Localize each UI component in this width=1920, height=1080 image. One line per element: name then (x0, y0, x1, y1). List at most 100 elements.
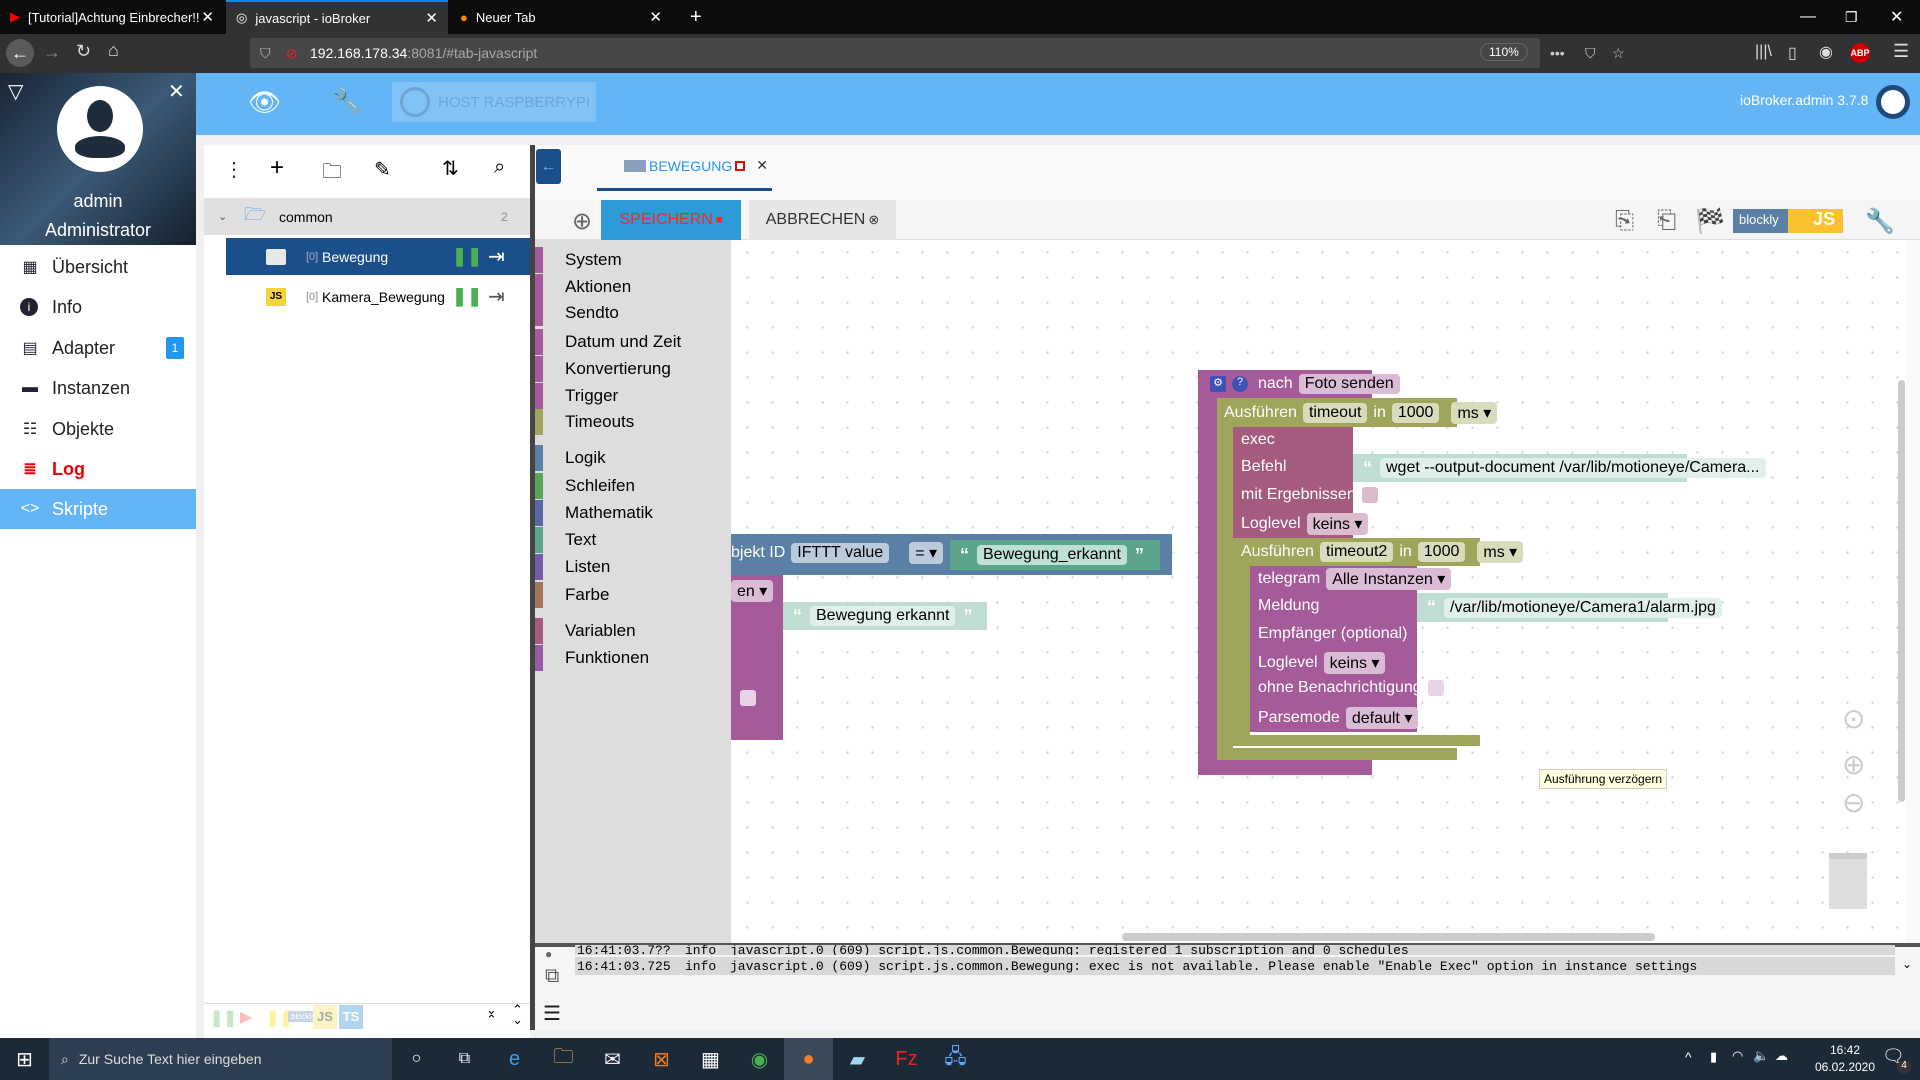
toolbox-category-schleifen[interactable]: Schleifen (535, 473, 731, 499)
add-folder-icon[interactable]: 🗀 (322, 157, 342, 191)
toolbox-category-listen[interactable]: Listen (535, 554, 731, 580)
checkered-flag-icon[interactable]: 🏁 (1695, 207, 1725, 236)
toolbox-category-logik[interactable]: Logik (535, 445, 731, 471)
toolbox-category-funktionen[interactable]: Funktionen (535, 645, 731, 671)
play-filter-icon[interactable]: ▶ (240, 1007, 252, 1027)
script-item-kamera-bewegung[interactable]: JS [0] Kamera_Bewegung ❚❚ ⇥ (226, 278, 530, 315)
toolbox-category-farbe[interactable]: Farbe (535, 582, 731, 608)
timeout-name-field[interactable]: timeout2 (1319, 542, 1394, 562)
save-button[interactable]: SPEICHERN ■ (601, 200, 741, 240)
scroll-lock-icon[interactable]: ● (545, 947, 552, 961)
close-tab-icon[interactable]: ✕ (201, 8, 214, 26)
eye-icon[interactable]: 👁 (248, 87, 281, 118)
pause-filter-icon[interactable]: ❚❚ (210, 1008, 237, 1028)
menu-icon[interactable]: ☰ (1893, 41, 1909, 62)
wifi-icon[interactable]: ◠ (1732, 1048, 1743, 1064)
battery-icon[interactable]: ▮ (1710, 1049, 1717, 1065)
message-string-block[interactable]: “/var/lib/motioneye/Camera1/alarm.jpg” (1417, 593, 1739, 622)
settings-wrench-icon[interactable]: 🔧 (1865, 207, 1895, 236)
toolbox-category-system[interactable]: System (535, 247, 731, 273)
back-button[interactable]: ← (6, 39, 34, 67)
toolbox-category-trigger[interactable]: Trigger (535, 383, 731, 409)
filezilla-icon[interactable]: Fz (882, 1038, 931, 1080)
home-button[interactable]: ⌂ (108, 40, 119, 61)
sidebar-item-adapter[interactable]: ▤ Adapter 1 (0, 328, 196, 368)
close-icon[interactable]: ✕ (168, 79, 185, 104)
expand-all-icon[interactable]: ⌃ ⌄ (512, 1003, 523, 1026)
parsemode-dropdown[interactable]: default ▾ (1345, 707, 1419, 729)
sidebar-icon[interactable]: ▯ (1788, 43, 1797, 63)
collapse-list-button[interactable]: ← (536, 149, 561, 184)
recenter-icon[interactable]: ⊙ (1842, 702, 1865, 735)
copy-icon[interactable]: ⧉ (545, 965, 559, 988)
instance-dropdown[interactable]: Alle Instanzen ▾ (1326, 568, 1452, 590)
wrench-icon[interactable]: 🔧 (332, 87, 362, 116)
mail-icon[interactable]: ✉ (588, 1038, 637, 1080)
unit-dropdown[interactable]: ms ▾ (1451, 402, 1498, 424)
checkbox[interactable] (1361, 487, 1378, 503)
library-icon[interactable]: |||\ (1755, 43, 1772, 61)
notepad-icon[interactable]: ▰ (833, 1038, 882, 1080)
calculator-icon[interactable]: ▦ (686, 1038, 735, 1080)
xampp-icon[interactable]: ⊠ (637, 1038, 686, 1080)
help-icon[interactable]: ? (1232, 376, 1248, 392)
close-window-button[interactable]: ✕ (1880, 0, 1913, 34)
chrome-icon[interactable]: ◉ (735, 1038, 784, 1080)
reload-button[interactable]: ↻ (76, 41, 91, 62)
add-script-icon[interactable]: + (270, 154, 284, 182)
cancel-button[interactable]: ABBRECHEN ⊗ (749, 200, 896, 240)
task-view-icon[interactable]: ⧉ (440, 1038, 489, 1080)
browser-tab-active[interactable]: ◎ javascript - ioBroker ✕ (226, 0, 448, 34)
object-id-field[interactable]: IFTTT value (791, 543, 890, 563)
windows-start-icon[interactable]: ⊞ (0, 1038, 49, 1080)
toolbox-category-datum-und-zeit[interactable]: Datum und Zeit (535, 329, 731, 355)
dropdown-field[interactable]: en ▾ (731, 580, 774, 602)
close-tab-icon[interactable]: ✕ (425, 9, 438, 27)
edit-icon[interactable]: ✎ (374, 157, 391, 182)
zoom-in-icon[interactable]: ⊕ (1842, 748, 1865, 781)
chevron-down-icon[interactable]: ⌄ (218, 210, 227, 223)
pause-icon[interactable]: ❚❚ (452, 246, 482, 267)
horizontal-scrollbar[interactable] (1122, 933, 1655, 941)
folder-row[interactable]: ⌄ 🗁 common 2 (204, 198, 530, 235)
forward-button[interactable]: → (43, 42, 61, 63)
sidebar-item-objekte[interactable]: ☷ Objekte (0, 409, 196, 449)
browser-tab[interactable]: ● Neuer Tab ✕ (450, 0, 672, 34)
toolbox-category-sendto[interactable]: Sendto (535, 300, 731, 326)
network-app-icon[interactable]: 🖧 (931, 1038, 980, 1080)
sort-icon[interactable]: ⇅ (442, 156, 459, 181)
script-item-bewegung[interactable]: [0] Bewegung ❚❚ ⇥ (226, 238, 530, 275)
trash-icon[interactable] (1829, 853, 1867, 909)
blockly-js-toggle[interactable]: blockly JS (1733, 209, 1843, 233)
cortana-icon[interactable]: ○ (392, 1038, 441, 1080)
sidebar-item-skripte[interactable]: <> Skripte (0, 489, 196, 529)
collapse-all-icon[interactable]: ⌄ ⌃ (486, 1003, 497, 1026)
log-list-icon[interactable]: ☰ (543, 1001, 561, 1026)
sidebar-item-log[interactable]: ≣ Log (0, 449, 196, 489)
close-tab-icon[interactable]: ✕ (649, 8, 662, 26)
onedrive-icon[interactable]: ☁ (1775, 1048, 1788, 1064)
sidebar-item-info[interactable]: i Info (0, 287, 196, 327)
pocket-icon[interactable]: ⛉ (1585, 45, 1596, 62)
adblock-icon[interactable]: ABP (1850, 43, 1870, 63)
pause-icon[interactable]: ❚❚ (452, 286, 482, 307)
file-explorer-icon[interactable]: 🗀 (539, 1038, 588, 1080)
timeout-value-field[interactable]: 1000 (1417, 542, 1466, 562)
url-bar[interactable]: ⛉ ⊘ 192.168.178.34:8081/#tab-javascript … (250, 38, 1625, 68)
tray-overflow-icon[interactable]: ^ (1685, 1049, 1692, 1065)
toolbox-category-text[interactable]: Text (535, 527, 731, 553)
firefox-icon[interactable]: ● (784, 1038, 833, 1080)
scroll-down-icon[interactable]: ⌄ (1902, 957, 1912, 971)
minimize-button[interactable]: — (1790, 0, 1826, 34)
import-blocks-icon[interactable]: ⎗ (1657, 207, 1676, 235)
vertical-scrollbar[interactable] (1898, 380, 1905, 802)
taskbar-search[interactable]: ⌕ Zur Suche Text hier eingeben (49, 1038, 392, 1080)
restore-button[interactable]: ❐ (1835, 0, 1868, 34)
account-icon[interactable]: ◉ (1819, 42, 1833, 62)
string-block[interactable]: “Bewegung_erkannt” (950, 540, 1160, 570)
procedure-name-field[interactable]: Foto senden (1298, 374, 1400, 394)
zoom-level[interactable]: 110% (1480, 43, 1528, 61)
toolbox-category-mathematik[interactable]: Mathematik (535, 500, 731, 526)
operator-dropdown[interactable]: = ▾ (909, 542, 944, 564)
loglevel-dropdown[interactable]: keins ▾ (1306, 513, 1369, 535)
